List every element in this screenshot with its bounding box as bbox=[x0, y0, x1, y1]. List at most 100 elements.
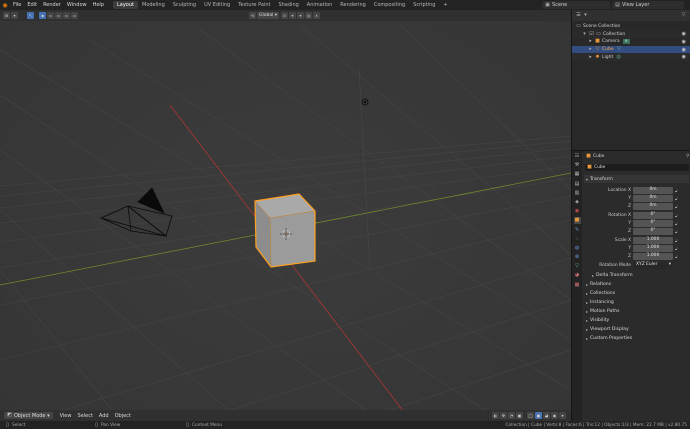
gizmo-toggle-icon[interactable]: ✥ bbox=[500, 412, 507, 419]
pivot-point-icon[interactable]: ⊙ bbox=[281, 12, 289, 19]
panel-visibility[interactable]: ▸ Visibility bbox=[584, 316, 689, 324]
lock-icon[interactable]: 🔓︎ bbox=[675, 204, 678, 209]
viewport-menu-select[interactable]: Select bbox=[74, 413, 95, 419]
select-mode-intersect-icon[interactable]: ▫ bbox=[71, 12, 78, 19]
outliner-filter-icon[interactable]: ▽ bbox=[681, 13, 686, 18]
render-tab-icon[interactable]: ▦ bbox=[574, 171, 581, 178]
panel-motion-paths[interactable]: ▸ Motion Paths bbox=[584, 307, 689, 315]
scale-y-field[interactable]: 1.000 bbox=[633, 245, 673, 252]
outliner-row-light[interactable]: ▸ ✹ Light ◎ ◉ bbox=[572, 53, 690, 61]
menu-edit[interactable]: Edit bbox=[24, 2, 40, 8]
menu-window[interactable]: Window bbox=[64, 2, 90, 8]
expand-arrow-icon[interactable]: ▸ bbox=[588, 39, 593, 44]
panel-collections[interactable]: ▸ Collections bbox=[584, 289, 689, 297]
overlays-toggle-icon[interactable]: ◔ bbox=[508, 412, 515, 419]
scale-z-field[interactable]: 1.000 bbox=[633, 253, 673, 260]
tab-animation[interactable]: Animation bbox=[303, 1, 337, 9]
object-mode-dropdown[interactable]: ◩ Object Mode ▾ bbox=[4, 412, 53, 419]
menu-chevron-icon[interactable]: ▾ bbox=[11, 12, 18, 19]
panel-viewport-display[interactable]: ▸ Viewport Display bbox=[584, 325, 689, 333]
proportional-falloff-icon[interactable]: ∧ bbox=[313, 12, 321, 19]
constraints-tab-icon[interactable]: ⊗ bbox=[574, 254, 581, 261]
editor-type-icon[interactable]: ⊞ bbox=[3, 12, 10, 19]
location-y-field[interactable]: 0m bbox=[633, 195, 673, 202]
location-z-field[interactable]: 0m bbox=[633, 203, 673, 210]
lock-icon[interactable]: 🔓︎ bbox=[675, 221, 678, 226]
select-mode-extend-icon[interactable]: ▫ bbox=[47, 12, 54, 19]
lock-icon[interactable]: 🔓︎ bbox=[675, 196, 678, 201]
outliner-row-camera[interactable]: ▸ ■ Camera ▪ ◉ bbox=[572, 38, 690, 46]
lock-icon[interactable]: 🔓︎ bbox=[675, 238, 678, 243]
delta-transform-header[interactable]: ▸ Delta Transform bbox=[590, 271, 690, 279]
outliner-row-cube[interactable]: ▸ ▽ Cube ▽ ◉ bbox=[572, 45, 690, 54]
pin-icon[interactable]: ⚲ bbox=[686, 154, 689, 159]
panel-custom-properties[interactable]: ▸ Custom Properties bbox=[584, 334, 689, 342]
snap-options-icon[interactable]: ▾ bbox=[297, 12, 305, 19]
view-object-types-icon[interactable]: ◐ bbox=[492, 412, 499, 419]
proportional-edit-icon[interactable]: ◎ bbox=[305, 12, 313, 19]
tab-rendering[interactable]: Rendering bbox=[336, 1, 370, 9]
menu-help[interactable]: Help bbox=[90, 2, 107, 8]
collection-checkbox-icon[interactable]: ☑ bbox=[589, 31, 594, 37]
tab-uv-editing[interactable]: UV Editing bbox=[200, 1, 234, 9]
3d-viewport[interactable] bbox=[0, 10, 571, 420]
tab-scripting[interactable]: Scripting bbox=[409, 1, 439, 9]
menu-render[interactable]: Render bbox=[40, 2, 64, 8]
select-tool-icon[interactable]: ↖ bbox=[27, 12, 34, 19]
lock-icon[interactable]: 🔓︎ bbox=[675, 229, 678, 234]
location-x-field[interactable]: 0m bbox=[633, 187, 673, 194]
material-tab-icon[interactable]: ◕ bbox=[574, 272, 581, 279]
tab-shading[interactable]: Shading bbox=[274, 1, 302, 9]
lock-icon[interactable]: 🔓︎ bbox=[675, 246, 678, 251]
panel-instancing[interactable]: ▸ Instancing bbox=[584, 298, 689, 306]
outliner-editor-icon[interactable]: ☰ bbox=[576, 13, 581, 18]
transform-panel-header[interactable]: ▾ Transform bbox=[584, 175, 689, 183]
shading-options-icon[interactable]: ▾ bbox=[559, 412, 566, 419]
rotation-z-field[interactable]: 0° bbox=[633, 228, 673, 235]
select-mode-new-icon[interactable]: ▪ bbox=[39, 12, 46, 19]
view-layer-tab-icon[interactable]: ▥ bbox=[574, 190, 581, 197]
outliner-row-scene-collection[interactable]: ▭ Scene Collection bbox=[572, 23, 690, 31]
lock-icon[interactable]: 🔓︎ bbox=[675, 188, 678, 193]
panel-relations[interactable]: ▸ Relations bbox=[584, 280, 689, 288]
outliner-display-mode-icon[interactable]: ▾ bbox=[583, 13, 588, 18]
lock-icon[interactable]: 🔓︎ bbox=[675, 254, 678, 259]
object-name-field[interactable]: ■ Cube bbox=[585, 164, 689, 171]
scene-selector[interactable]: ▣ Scene bbox=[542, 1, 610, 9]
rotation-x-field[interactable]: 0° bbox=[633, 212, 673, 219]
tab-sculpting[interactable]: Sculpting bbox=[169, 1, 200, 9]
transform-orientation-dropdown[interactable]: Global ▾ bbox=[257, 12, 280, 19]
tab-compositing[interactable]: Compositing bbox=[370, 1, 409, 9]
visibility-eye-icon[interactable]: ◉ bbox=[682, 54, 686, 60]
properties-editor-icon[interactable]: ☷ bbox=[574, 153, 581, 160]
outliner-row-collection[interactable]: ▾ ☑ ▭ Collection ◉ bbox=[572, 30, 690, 39]
tool-tab-icon[interactable]: ⚒ bbox=[574, 162, 581, 169]
object-tab-icon[interactable]: ■ bbox=[573, 217, 581, 225]
expand-arrow-icon[interactable]: ▸ bbox=[588, 54, 593, 60]
add-workspace-icon[interactable]: + bbox=[439, 1, 451, 9]
select-mode-invert-icon[interactable]: ▫ bbox=[63, 12, 70, 19]
visibility-eye-icon[interactable]: ◉ bbox=[682, 31, 686, 37]
view-layer-selector[interactable]: ▤ View Layer bbox=[612, 1, 684, 9]
particles-tab-icon[interactable]: ∴ bbox=[574, 236, 581, 243]
output-tab-icon[interactable]: ▤ bbox=[574, 181, 581, 188]
shading-material-icon[interactable]: ◕ bbox=[543, 412, 550, 419]
expand-arrow-icon[interactable]: ▾ bbox=[582, 31, 587, 37]
world-tab-icon[interactable]: ◉ bbox=[574, 208, 581, 215]
rotation-y-field[interactable]: 0° bbox=[633, 220, 673, 227]
tab-layout[interactable]: Layout bbox=[113, 1, 138, 9]
data-tab-icon[interactable]: ▽ bbox=[574, 263, 581, 270]
rotation-mode-dropdown[interactable]: XYZ Euler ▾ bbox=[633, 262, 673, 269]
select-mode-subtract-icon[interactable]: ▫ bbox=[55, 12, 62, 19]
shading-wireframe-icon[interactable]: ◯ bbox=[527, 412, 534, 419]
expand-arrow-icon[interactable]: ▸ bbox=[588, 47, 593, 52]
shading-rendered-icon[interactable]: ◉ bbox=[551, 412, 558, 419]
physics-tab-icon[interactable]: ◍ bbox=[574, 245, 581, 252]
blender-logo-icon[interactable]: ◉ bbox=[0, 0, 10, 10]
snap-icon[interactable]: ⌖ bbox=[289, 12, 297, 19]
texture-tab-icon[interactable]: ▩ bbox=[574, 282, 581, 289]
viewport-menu-object[interactable]: Object bbox=[112, 413, 134, 419]
xray-toggle-icon[interactable]: ▣ bbox=[516, 412, 523, 419]
scene-tab-icon[interactable]: ◈ bbox=[574, 199, 581, 206]
modifier-tab-icon[interactable]: ✎ bbox=[574, 227, 581, 234]
